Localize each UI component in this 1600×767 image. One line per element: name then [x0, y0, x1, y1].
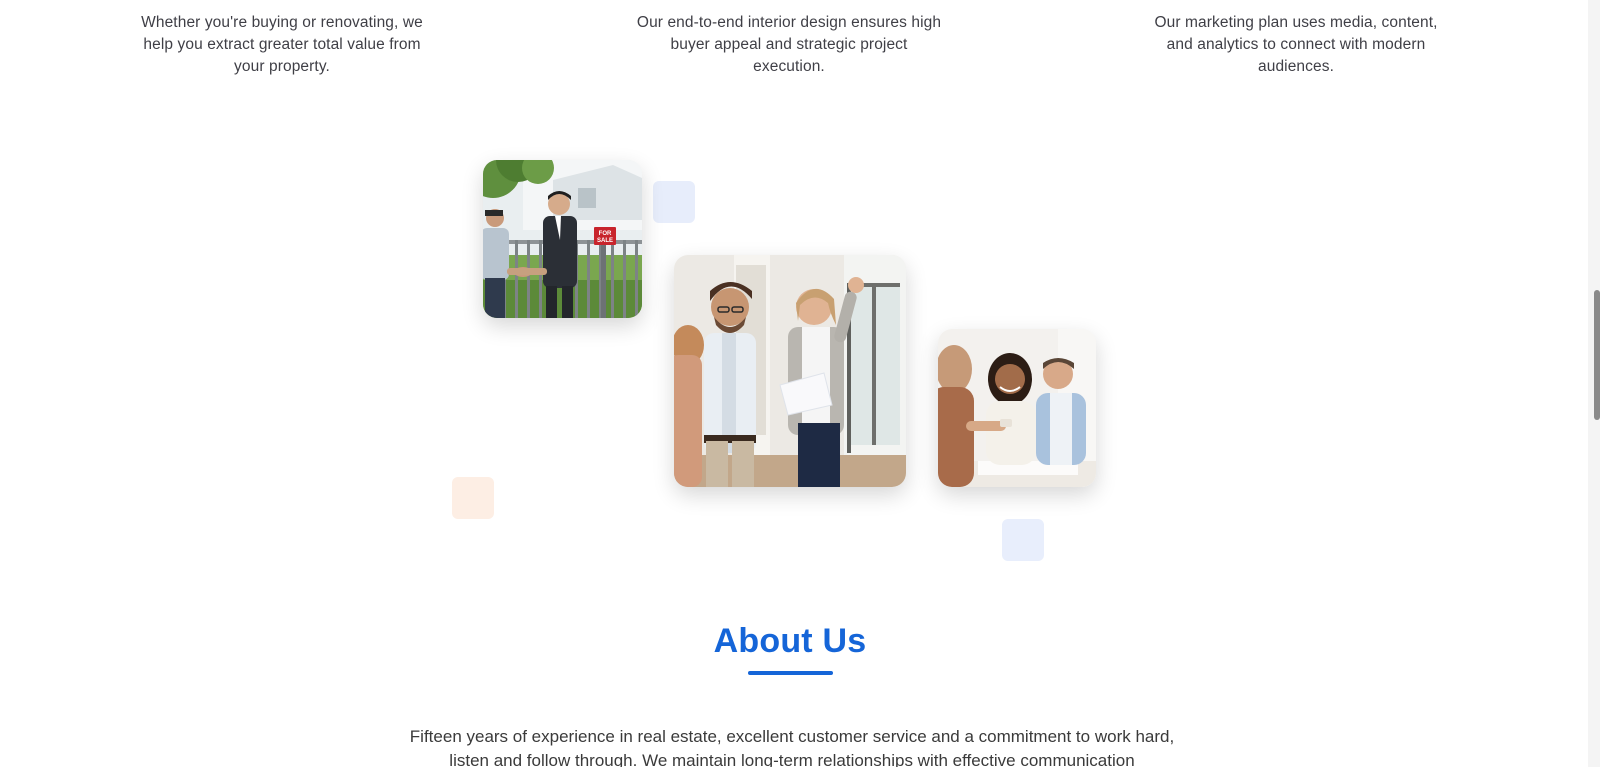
scrollbar-track[interactable] — [1588, 0, 1600, 767]
decorative-square — [1002, 519, 1044, 561]
about-description: Fifteen years of experience in real esta… — [409, 727, 1175, 767]
section-title-about-us: About Us — [713, 622, 867, 660]
title-underline — [748, 671, 833, 675]
feature-card-interior-design: Our end-to-end interior design ensures h… — [634, 12, 944, 78]
feature-description: Our end-to-end interior design ensures h… — [636, 14, 942, 75]
photo-agent-tour — [674, 255, 906, 487]
photo-agent-handshake: FOR SALE — [483, 160, 642, 318]
decorative-square — [653, 181, 695, 223]
sign-text: SALE — [597, 238, 613, 244]
feature-card-value: Whether you're buying or renovating, we … — [127, 12, 437, 78]
feature-description: Our marketing plan uses media, content, … — [1154, 14, 1438, 75]
feature-description: Whether you're buying or renovating, we … — [141, 14, 423, 75]
photo-handshake-image: FOR SALE — [483, 160, 642, 318]
photo-tour-image — [674, 255, 906, 487]
page: Whether you're buying or renovating, we … — [0, 0, 1600, 767]
sign-text: FOR — [599, 231, 612, 237]
decorative-square — [452, 477, 494, 519]
feature-card-marketing: Our marketing plan uses media, content, … — [1141, 12, 1451, 78]
photo-couple-meeting — [938, 329, 1096, 487]
photo-couple-image — [938, 329, 1096, 487]
scrollbar-thumb[interactable] — [1594, 290, 1600, 420]
